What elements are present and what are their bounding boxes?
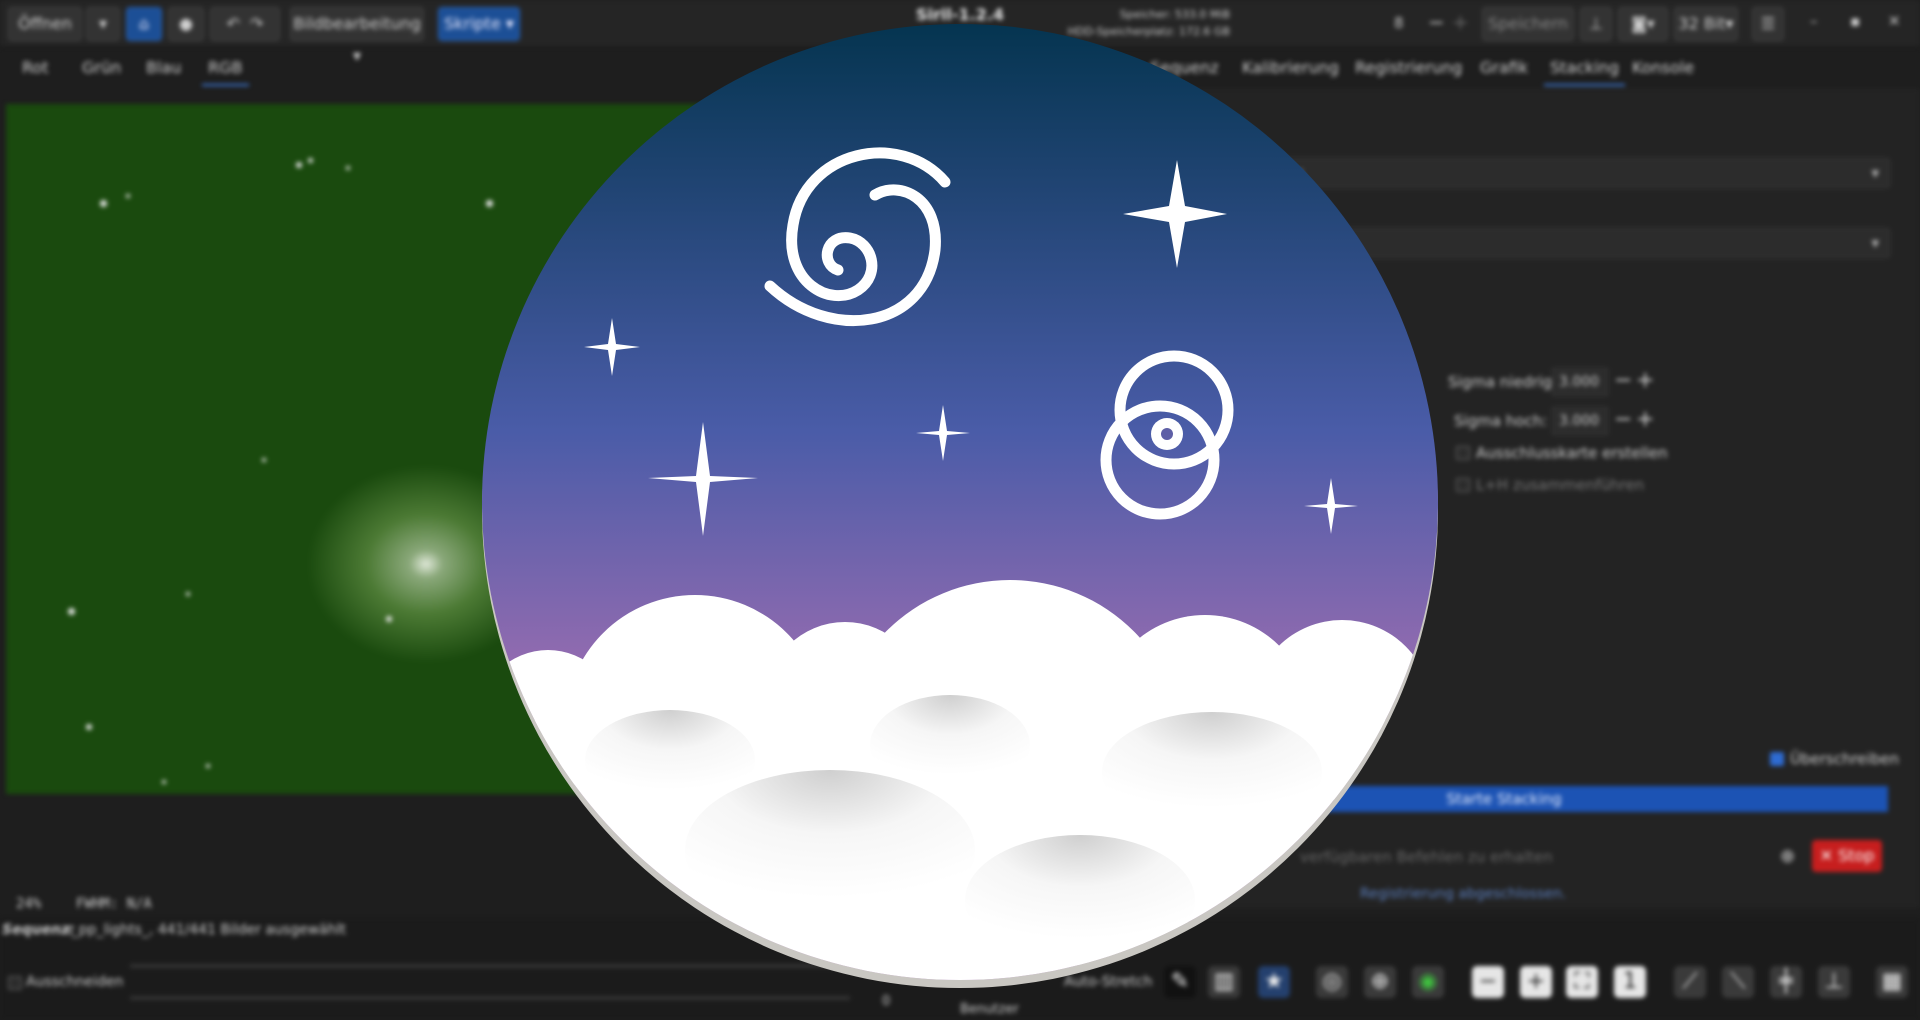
pin-icon: ⊥ [1589,14,1603,33]
camera-icon: ◙ [1631,14,1647,33]
star [68,608,75,615]
user-label: Benutzer [960,1002,1019,1017]
zoom-fit-icon[interactable]: ⛶ [1566,966,1598,998]
logo-disc [482,24,1438,980]
sequence-text: r_pp_lights_, 441/441 Bilder ausgewählt [66,922,346,938]
sigma-high-minus-button[interactable]: − [1614,409,1632,431]
mirror-x-icon[interactable]: ⟋ [1674,966,1706,998]
star [308,158,313,163]
close-icon[interactable]: ✕ [1888,12,1901,30]
align-icon[interactable]: ╪ [1770,966,1802,998]
tab-rgb[interactable]: RGB [202,58,248,86]
star [126,194,130,198]
siril-logo-overlay [482,24,1438,988]
sigma-high-plus-button[interactable]: + [1636,409,1654,431]
star [100,200,107,207]
star [346,166,350,170]
bitdepth-label: 32 Bit [1678,14,1726,33]
tab-stacking[interactable]: Stacking [1543,58,1626,86]
zoom-one-button[interactable]: 1 [1614,966,1646,998]
sequence-label: Sequenz: [2,922,75,938]
crop-label: Ausschneiden [26,974,124,990]
star [186,592,190,596]
threads-plus-button[interactable]: + [1452,10,1469,34]
tab-konsole[interactable]: Konsole [1632,58,1694,77]
zoom-readout: 24% [16,896,42,912]
rotate-icon[interactable]: ⊥ [1818,966,1850,998]
star [386,616,392,622]
star [262,458,266,462]
rejection-map-label: Ausschlusskarte erstellen [1476,444,1668,462]
pin-button[interactable]: ⊥ [1580,7,1612,41]
crop-checkbox[interactable] [8,976,22,990]
snapshot-button[interactable]: ◙▾ [1618,7,1668,41]
bitdepth-menu[interactable]: 32 Bit▾ [1674,7,1738,41]
overwrite-label: Überschreiben [1790,750,1899,768]
sigma-low-label: Sigma niedrig: [1448,373,1558,391]
siril-window: Öffnen ▾ ⌂ ● ↶ ↷ Bildbearbeitung ▾ Skrip… [0,0,1920,1020]
sigma-low-input[interactable]: 3.000 [1552,368,1608,396]
chevron-down-icon: ▾ [1871,164,1879,182]
sigma-low-plus-button[interactable]: + [1636,370,1654,392]
star [296,162,302,168]
main-menu-button[interactable]: ☰ [1752,7,1784,41]
star [86,724,92,730]
snapshot-icon[interactable]: ▦ [1876,966,1908,998]
eye-pupil-center [1161,428,1173,440]
console-add-icon[interactable]: ⊕ [1780,846,1795,867]
stop-button[interactable]: ✕ Stop [1812,840,1882,872]
stop-label: Stop [1838,846,1875,865]
sigma-low-minus-button[interactable]: − [1614,370,1632,392]
tab-gruen[interactable]: Grün [82,58,121,77]
star [206,764,210,768]
rejection-map-checkbox[interactable] [1456,446,1470,460]
overwrite-checkbox[interactable] [1770,752,1784,766]
maximize-icon[interactable]: ▪ [1850,12,1860,30]
tab-blau[interactable]: Blau [146,58,181,77]
merge-lh-label: L+H zusammenführen [1476,476,1645,494]
merge-lh-checkbox[interactable] [1456,478,1470,492]
zoom-out-icon[interactable]: − [1472,966,1504,998]
zoom-in-icon[interactable]: + [1520,966,1552,998]
menu-icon: ☰ [1760,14,1776,33]
save-button[interactable]: Speichern [1482,7,1574,41]
tab-grafik[interactable]: Grafik [1480,58,1528,77]
sigma-high-label: Sigma hoch: [1454,412,1548,430]
mirror-y-icon[interactable]: ⟍ [1722,966,1754,998]
minimize-icon[interactable]: – [1810,12,1818,30]
tab-rot[interactable]: Rot [22,58,48,77]
star [162,780,166,784]
chevron-down-icon: ▾ [1871,234,1879,252]
fwhm-readout: FWHM: N/A [76,896,152,912]
sigma-high-input[interactable]: 3.000 [1552,407,1608,435]
stop-icon: ✕ [1819,846,1833,865]
